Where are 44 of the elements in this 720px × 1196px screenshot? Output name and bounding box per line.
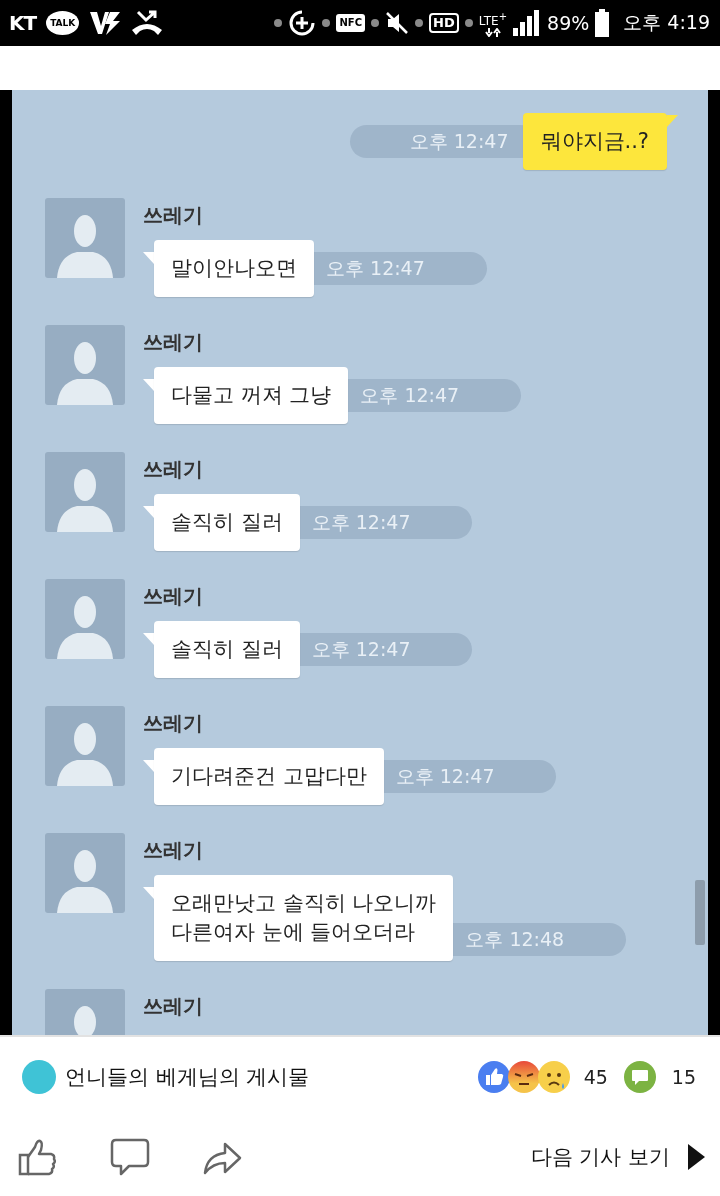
nfc-label: NFC bbox=[336, 14, 366, 32]
dot-icon bbox=[464, 19, 473, 27]
status-time: 오후 4:19 bbox=[623, 10, 710, 35]
avatar-icon bbox=[45, 706, 125, 786]
dot-icon bbox=[322, 19, 331, 27]
angry-reaction-icon bbox=[507, 1061, 540, 1093]
sender-name: 쓰레기 bbox=[143, 202, 203, 228]
sender-name: 쓰레기 bbox=[143, 456, 203, 482]
dot-icon bbox=[274, 19, 283, 27]
v-lightning-icon bbox=[89, 10, 122, 36]
dot-icon bbox=[415, 19, 424, 27]
sender-name: 쓰레기 bbox=[143, 710, 203, 736]
thumbs-up-icon[interactable] bbox=[18, 1137, 58, 1177]
sender-name: 쓰레기 bbox=[143, 329, 203, 355]
missed-call-icon bbox=[131, 10, 164, 36]
sender-name: 쓰레기 bbox=[143, 993, 203, 1019]
plus-circle-icon bbox=[288, 9, 317, 37]
comment-count[interactable]: 15 bbox=[671, 1066, 696, 1088]
reaction-count[interactable]: 45 bbox=[583, 1066, 608, 1088]
comment-count-icon bbox=[623, 1061, 656, 1093]
avatar-icon bbox=[45, 325, 125, 405]
signal-icon bbox=[513, 10, 542, 36]
carrier-name: KT bbox=[9, 11, 37, 35]
avatar-icon bbox=[45, 452, 125, 532]
avatar-icon bbox=[45, 198, 125, 278]
mute-icon bbox=[385, 11, 410, 35]
sender-name: 쓰레기 bbox=[143, 583, 203, 609]
battery-icon bbox=[595, 9, 610, 37]
chat-notification-label: TALK bbox=[46, 11, 80, 35]
avatar-icon bbox=[45, 833, 125, 913]
avatar-icon bbox=[45, 579, 125, 659]
data-arrows-icon bbox=[484, 27, 501, 37]
scrollbar-thumb bbox=[695, 880, 705, 945]
triangle-icon bbox=[688, 1144, 705, 1170]
post-author[interactable]: 언니들의 베게님의 게시물 bbox=[65, 1063, 310, 1091]
sad-reaction-icon bbox=[537, 1061, 570, 1093]
battery-percent: 89% bbox=[547, 12, 590, 34]
comment-icon[interactable] bbox=[110, 1137, 150, 1177]
next-article-link[interactable]: 다음 기사 보기 bbox=[530, 1143, 705, 1171]
network-type-label: LTE$^{+}$ bbox=[478, 9, 508, 28]
like-reaction-icon bbox=[477, 1061, 510, 1093]
sender-name: 쓰레기 bbox=[143, 837, 203, 863]
hd-call-label: HD bbox=[429, 13, 459, 33]
dot-icon bbox=[371, 19, 380, 27]
